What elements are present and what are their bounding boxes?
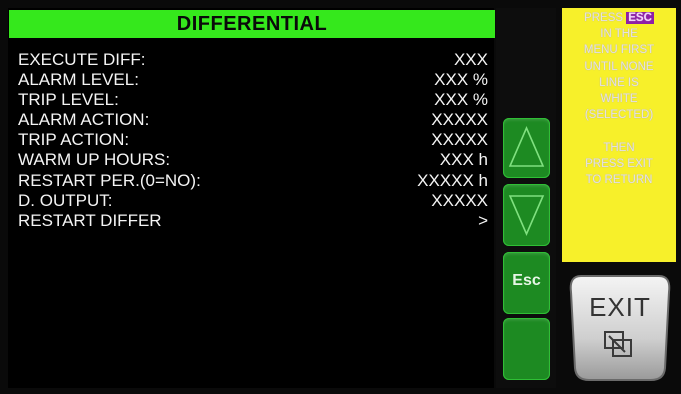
scroll-up-button[interactable]	[503, 118, 550, 178]
setting-label: TRIP LEVEL:	[18, 90, 119, 110]
esc-button-label: Esc	[512, 272, 541, 289]
setting-row-restart-period[interactable]: RESTART PER.(0=NO): XXXXX h	[18, 171, 488, 191]
up-arrow-icon	[508, 125, 545, 167]
setting-value: XXX	[453, 50, 488, 69]
blank-button[interactable]	[503, 318, 550, 380]
setting-label: TRIP ACTION:	[18, 130, 130, 150]
instruction-line-press: PRESS ESC	[562, 10, 676, 26]
setting-row-d-output[interactable]: D. OUTPUT: XXXXX	[18, 191, 488, 211]
instruction-line: TO RETURN	[585, 174, 653, 187]
setting-value: XXXXX h	[417, 170, 488, 190]
instruction-line: WHITE	[600, 93, 638, 106]
esc-button[interactable]: Esc	[503, 252, 550, 314]
setting-row-alarm-level[interactable]: ALARM LEVEL: XXX %	[18, 70, 488, 90]
instruction-line: THEN	[603, 141, 635, 154]
press-word: PRESS	[584, 12, 624, 24]
setting-label: WARM UP HOURS:	[18, 150, 171, 170]
instruction-line: IN THE	[600, 28, 638, 41]
esc-badge: ESC	[626, 12, 654, 24]
setting-label: D. OUTPUT:	[18, 190, 113, 210]
instruction-line: (SELECTED)	[584, 109, 654, 122]
down-arrow-icon	[508, 195, 545, 237]
exit-button[interactable]	[567, 272, 673, 384]
setting-row-trip-level[interactable]: TRIP LEVEL: XXX %	[18, 90, 488, 110]
chevron-right-icon: >	[478, 210, 488, 230]
setting-row-execute-diff[interactable]: EXECUTE DIFF: XXX	[18, 50, 488, 70]
exit-button-label: EXIT	[589, 292, 651, 322]
setting-row-trip-action[interactable]: TRIP ACTION: XXXXX	[18, 130, 488, 150]
instruction-line: MENU FIRST	[583, 44, 655, 57]
instruction-line: LINE IS	[599, 76, 639, 89]
exit-button-shape	[569, 275, 671, 381]
setting-value: XXX %	[434, 90, 488, 110]
instruction-spacer	[562, 123, 676, 139]
setting-row-warm-up-hours[interactable]: WARM UP HOURS: XXX h	[18, 150, 488, 170]
settings-list: EXECUTE DIFF: XXX ALARM LEVEL: XXX % TRI…	[18, 50, 488, 231]
setting-value: XXX h	[439, 150, 488, 170]
page-title: DIFFERENTIAL	[9, 10, 495, 38]
setting-label: ALARM ACTION:	[18, 110, 150, 130]
setting-value: XXXXX	[431, 110, 488, 130]
setting-value: XXXXX	[431, 130, 488, 150]
setting-label: RESTART PER.(0=NO):	[18, 170, 201, 190]
instruction-line: UNTIL NONE	[584, 60, 654, 73]
scroll-down-button[interactable]	[503, 184, 550, 246]
setting-value: XXXXX	[431, 190, 488, 210]
setting-label: EXECUTE DIFF:	[18, 50, 146, 69]
instruction-text: PRESS ESC IN THE MENU FIRST UNTIL NONE L…	[562, 10, 676, 188]
setting-value: XXX %	[434, 70, 488, 90]
setting-row-restart-differ[interactable]: RESTART DIFFER >	[18, 211, 488, 231]
instruction-line: PRESS EXIT	[585, 157, 653, 170]
setting-row-alarm-action[interactable]: ALARM ACTION: XXXXX	[18, 110, 488, 130]
setting-label: RESTART DIFFER	[18, 210, 162, 230]
setting-label: ALARM LEVEL:	[18, 70, 139, 90]
